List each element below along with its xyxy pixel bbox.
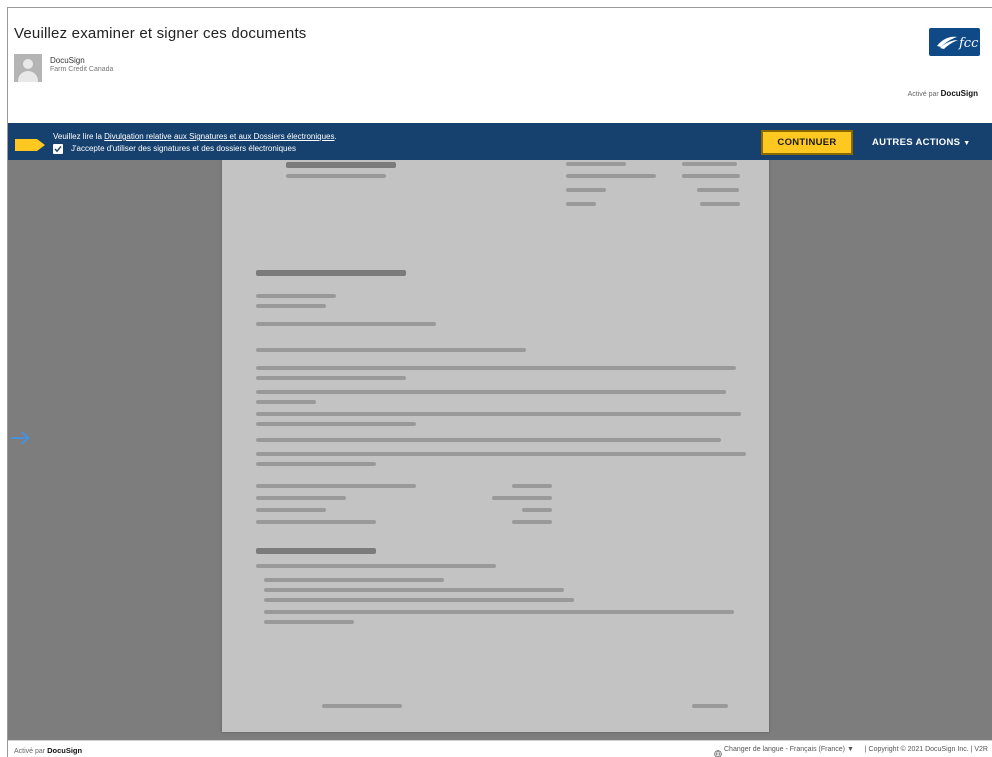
caret-down-icon: ▼ — [846, 746, 854, 753]
sender-name: DocuSign — [50, 56, 85, 65]
action-bar: Veuillez lire la Divulgation relative au… — [8, 123, 992, 160]
fcc-logo: fcc — [929, 28, 980, 56]
disclosure-notice: Veuillez lire la Divulgation relative au… — [53, 132, 337, 141]
powered-by-top: Activé par DocuSign — [907, 89, 978, 98]
other-actions-menu[interactable]: AUTRES ACTIONS ▼ — [872, 130, 971, 155]
document-viewer[interactable] — [8, 160, 992, 740]
header: Veuillez examiner et signer ces document… — [8, 8, 992, 122]
avatar — [14, 54, 42, 82]
tag-icon — [15, 138, 45, 156]
language-select[interactable]: Changer de langue - Français (France) ▼ — [724, 746, 854, 753]
copyright: | Copyright © 2021 DocuSign Inc. | V2R — [864, 746, 988, 753]
globe-icon — [714, 745, 722, 757]
caret-down-icon: ▼ — [963, 140, 971, 147]
other-actions-label: AUTRES ACTIONS — [872, 137, 961, 148]
powered-by-bottom: Activé par DocuSign — [14, 746, 83, 755]
footer: Activé par DocuSign Changer de langue - … — [8, 740, 992, 757]
sender-organization: Farm Credit Canada — [50, 66, 114, 73]
consent-checkbox[interactable] — [53, 144, 63, 154]
continue-button[interactable]: CONTINUER — [761, 130, 853, 155]
document-page — [222, 160, 769, 732]
disclosure-link[interactable]: Divulgation relative aux Signatures et a… — [104, 132, 334, 141]
arrow-right-icon — [10, 431, 31, 450]
checkbox-icon — [54, 146, 62, 153]
consent-label: J'accepte d'utiliser des signatures et d… — [71, 144, 296, 153]
page-title: Veuillez examiner et signer ces document… — [14, 25, 307, 42]
signing-window: Veuillez examiner et signer ces document… — [7, 7, 992, 757]
logo-text: fcc — [958, 36, 979, 51]
